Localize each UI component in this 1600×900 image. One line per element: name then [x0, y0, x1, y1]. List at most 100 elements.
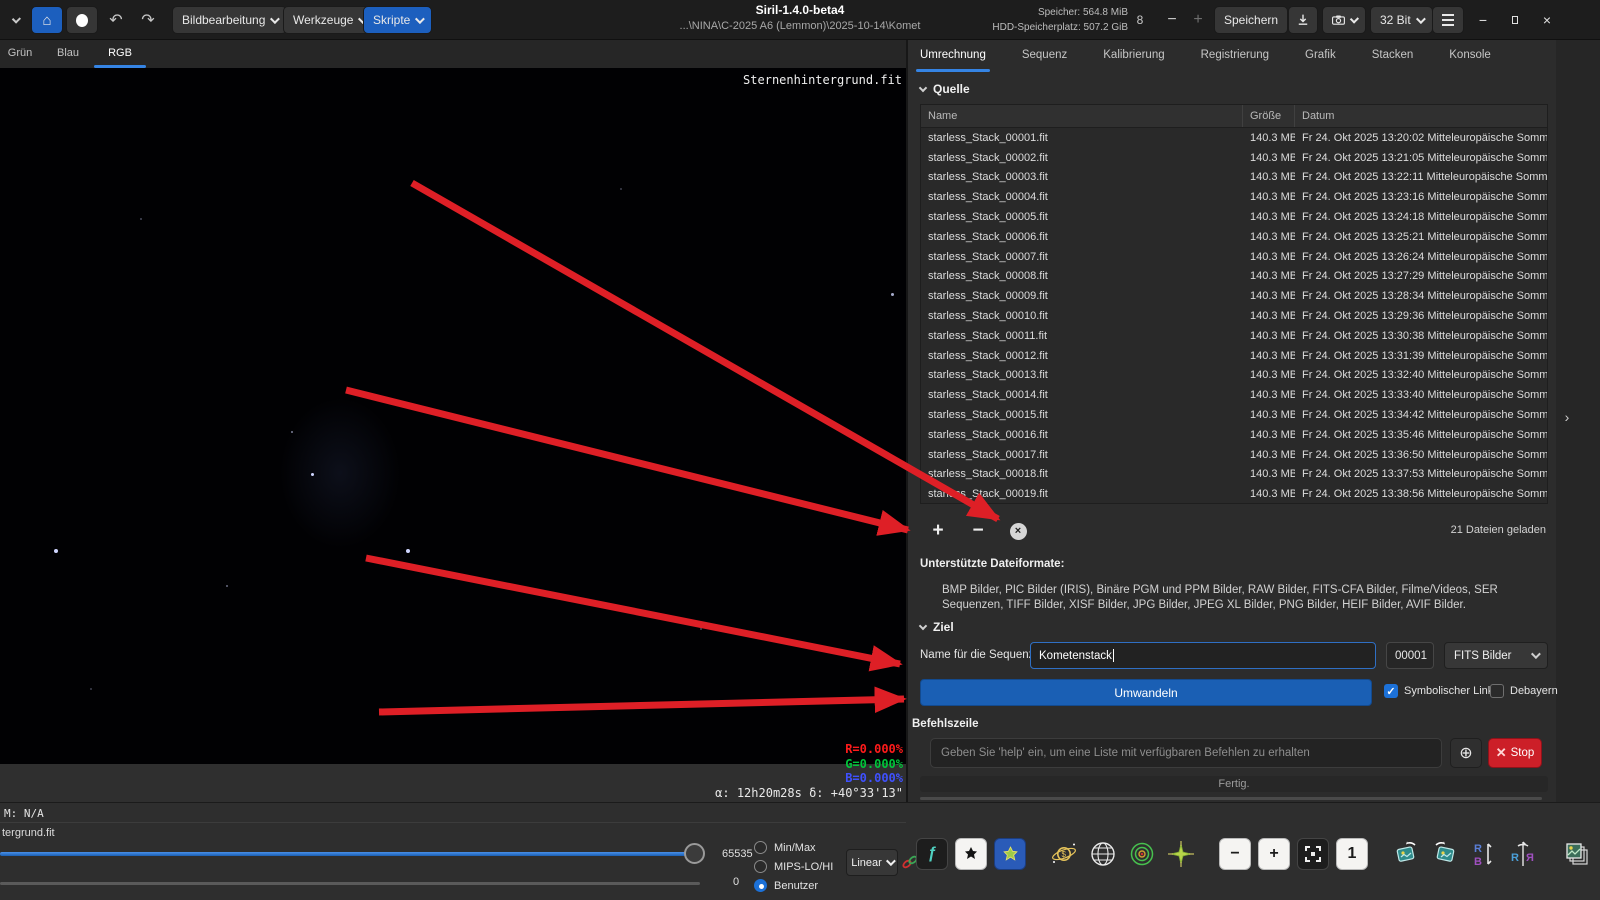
- clear-list-button[interactable]: ×: [1006, 519, 1030, 543]
- table-row[interactable]: starless_Stack_00007.fit140.3 MBFr 24. O…: [921, 247, 1547, 267]
- table-row[interactable]: starless_Stack_00005.fit140.3 MBFr 24. O…: [921, 207, 1547, 227]
- tab-gruen[interactable]: Grün: [0, 40, 40, 65]
- photometry-target-button[interactable]: [1126, 838, 1158, 870]
- star-dot: [140, 218, 142, 220]
- menu-werkzeuge[interactable]: Werkzeuge: [283, 6, 375, 34]
- target-section-header[interactable]: Ziel: [920, 620, 954, 634]
- table-row[interactable]: starless_Stack_00015.fit140.3 MBFr 24. O…: [921, 405, 1547, 425]
- table-row[interactable]: starless_Stack_00008.fit140.3 MBFr 24. O…: [921, 267, 1547, 287]
- threads-plus-button[interactable]: +: [1186, 6, 1210, 34]
- close-button[interactable]: ×: [1534, 6, 1560, 34]
- table-row[interactable]: starless_Stack_00001.fit140.3 MBFr 24. O…: [921, 128, 1547, 148]
- star-mask-button[interactable]: [955, 838, 987, 870]
- source-section-header[interactable]: Quelle: [920, 82, 970, 96]
- panel-expander[interactable]: ›: [1560, 372, 1574, 462]
- radio-mips[interactable]: MIPS-LO/HI: [754, 860, 833, 873]
- snapshot-download-button[interactable]: [1288, 6, 1318, 34]
- download-icon: [1298, 13, 1308, 27]
- table-row[interactable]: starless_Stack_00019.fit140.3 MBFr 24. O…: [921, 484, 1547, 504]
- add-files-button[interactable]: +: [926, 519, 950, 543]
- undo-button[interactable]: ↶: [102, 6, 130, 34]
- tab-sequenz[interactable]: Sequenz: [1018, 44, 1071, 70]
- star-detection-button[interactable]: [994, 838, 1026, 870]
- command-helper-button[interactable]: ⊕: [1450, 738, 1482, 768]
- tab-stacken[interactable]: Stacken: [1368, 44, 1418, 70]
- maximize-button[interactable]: [1502, 6, 1528, 34]
- table-row[interactable]: starless_Stack_00002.fit140.3 MBFr 24. O…: [921, 148, 1547, 168]
- sequence-list-button[interactable]: [1561, 838, 1593, 870]
- stop-button[interactable]: ✕Stop: [1488, 738, 1542, 768]
- horizontal-scrollbar[interactable]: [920, 797, 1542, 800]
- column-header-size[interactable]: Größe: [1243, 105, 1295, 127]
- table-row[interactable]: starless_Stack_00009.fit140.3 MBFr 24. O…: [921, 286, 1547, 306]
- command-line-title: Befehlszeile: [912, 718, 978, 730]
- table-row[interactable]: starless_Stack_00014.fit140.3 MBFr 24. O…: [921, 385, 1547, 405]
- sequence-index-input[interactable]: 00001: [1386, 642, 1434, 669]
- bit-depth-dropdown[interactable]: 32 Bit: [1370, 6, 1433, 34]
- star-icon: [1002, 846, 1019, 863]
- zoom-fit-button[interactable]: [1297, 838, 1329, 870]
- tab-konsole[interactable]: Konsole: [1445, 44, 1495, 70]
- column-header-name[interactable]: Name: [921, 105, 1243, 127]
- radio-benutzer[interactable]: Benutzer: [754, 879, 818, 892]
- zoom-out-button[interactable]: −: [1219, 838, 1251, 870]
- tab-rgb[interactable]: RGB: [100, 40, 140, 65]
- sequence-name-input[interactable]: Kometenstack: [1030, 642, 1376, 669]
- pixel-math-button[interactable]: ƒ: [916, 838, 948, 870]
- ringed-planet-icon: $: [1051, 841, 1077, 867]
- home-button[interactable]: ⌂: [31, 6, 63, 34]
- table-row[interactable]: starless_Stack_00013.fit140.3 MBFr 24. O…: [921, 366, 1547, 386]
- save-button[interactable]: Speichern: [1214, 6, 1288, 34]
- scale-dropdown[interactable]: Linear: [846, 849, 898, 876]
- rotate-left-button[interactable]: [1390, 838, 1422, 870]
- camera-dropdown-button[interactable]: [1322, 6, 1366, 34]
- table-row[interactable]: starless_Stack_00018.fit140.3 MBFr 24. O…: [921, 465, 1547, 485]
- zoom-one-button[interactable]: 1: [1336, 838, 1368, 870]
- titlebar-chevron-button[interactable]: [2, 6, 28, 34]
- threads-minus-button[interactable]: −: [1160, 6, 1184, 34]
- table-row[interactable]: starless_Stack_00006.fit140.3 MBFr 24. O…: [921, 227, 1547, 247]
- tab-kalibrierung[interactable]: Kalibrierung: [1099, 44, 1168, 70]
- star-analysis-button[interactable]: [1165, 838, 1197, 870]
- window-title: Siril-1.4.0-beta4: [560, 3, 1040, 17]
- globe-wireframe-icon: [1090, 841, 1116, 867]
- high-cutoff-slider-track[interactable]: [0, 852, 694, 856]
- zoom-in-button[interactable]: +: [1258, 838, 1290, 870]
- command-input[interactable]: Geben Sie 'help' ein, um eine Liste mit …: [930, 738, 1442, 768]
- tab-blau[interactable]: Blau: [48, 40, 88, 65]
- hamburger-menu-button[interactable]: [1432, 6, 1464, 34]
- comet-tool-button[interactable]: $: [1048, 838, 1080, 870]
- tab-registrierung[interactable]: Registrierung: [1197, 44, 1273, 70]
- stop-x-icon: ✕: [1496, 745, 1507, 761]
- radio-minmax[interactable]: Min/Max: [754, 841, 816, 854]
- convert-button[interactable]: Umwandeln: [920, 679, 1372, 706]
- flip-horizontal-button[interactable]: RЯ: [1507, 838, 1539, 870]
- chevron-down-icon: [1416, 14, 1426, 24]
- rotate-right-button[interactable]: [1429, 838, 1461, 870]
- output-format-dropdown[interactable]: FITS Bilder: [1444, 642, 1548, 669]
- tab-grafik[interactable]: Grafik: [1301, 44, 1340, 70]
- high-cutoff-slider-handle[interactable]: [684, 843, 705, 864]
- current-file-label: tergrund.fit: [2, 827, 55, 839]
- table-row[interactable]: starless_Stack_00003.fit140.3 MBFr 24. O…: [921, 168, 1547, 188]
- image-canvas[interactable]: Sternenhintergrund.fit: [0, 68, 906, 764]
- symlink-checkbox[interactable]: ✓ Symbolischer Link: [1384, 684, 1493, 698]
- redo-button[interactable]: ↷: [134, 6, 162, 34]
- flip-vertical-button[interactable]: RB: [1468, 838, 1500, 870]
- astrometry-button[interactable]: [1087, 838, 1119, 870]
- table-row[interactable]: starless_Stack_00016.fit140.3 MBFr 24. O…: [921, 425, 1547, 445]
- column-header-date[interactable]: Datum: [1295, 105, 1547, 127]
- menu-skripte[interactable]: Skripte: [363, 6, 432, 34]
- remove-file-button[interactable]: −: [966, 519, 990, 543]
- table-row[interactable]: starless_Stack_00012.fit140.3 MBFr 24. O…: [921, 346, 1547, 366]
- table-row[interactable]: starless_Stack_00017.fit140.3 MBFr 24. O…: [921, 445, 1547, 465]
- minimize-button[interactable]: −: [1470, 6, 1496, 34]
- debayer-checkbox[interactable]: Debayern: [1490, 684, 1558, 698]
- record-button[interactable]: [66, 6, 98, 34]
- table-row[interactable]: starless_Stack_00011.fit140.3 MBFr 24. O…: [921, 326, 1547, 346]
- tab-umrechnung[interactable]: Umrechnung: [916, 44, 990, 70]
- table-row[interactable]: starless_Stack_00004.fit140.3 MBFr 24. O…: [921, 187, 1547, 207]
- table-row[interactable]: starless_Stack_00010.fit140.3 MBFr 24. O…: [921, 306, 1547, 326]
- low-cutoff-slider-track[interactable]: [0, 882, 700, 885]
- menu-bildbearbeitung[interactable]: Bildbearbeitung: [172, 6, 287, 34]
